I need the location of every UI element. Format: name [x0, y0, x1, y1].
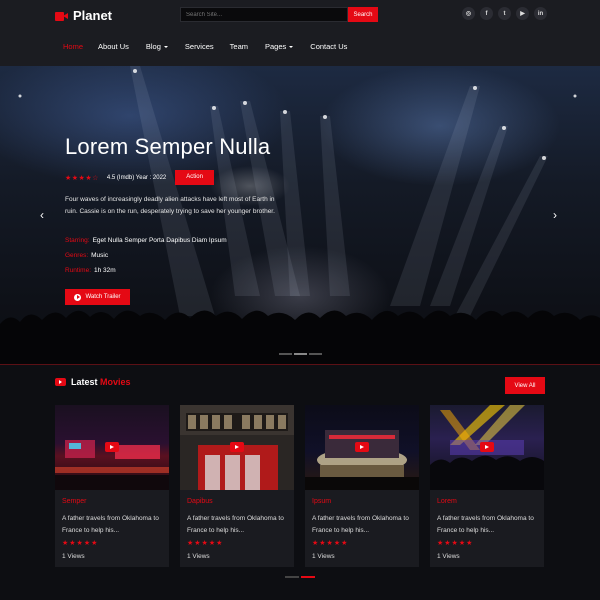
play-icon[interactable]: [355, 442, 369, 452]
card-description: A father travels from Oklahoma to France…: [62, 515, 159, 534]
play-icon: [74, 293, 82, 301]
genres-label: Genres:: [65, 252, 89, 259]
chevron-down-icon: [289, 45, 294, 48]
card-views: 1 Views: [312, 553, 335, 560]
play-icon[interactable]: [480, 442, 494, 452]
linkedin-icon[interactable]: in: [534, 7, 547, 20]
starring-row: Starring: Eget Nulla Semper Porta Dapibus…: [65, 237, 227, 244]
movie-thumbnail[interactable]: [305, 405, 419, 490]
card-views: 1 Views: [437, 553, 460, 560]
movie-card[interactable]: Semper A father travels from Oklahoma to…: [55, 405, 169, 567]
movie-card[interactable]: Ipsum A father travels from Oklahoma to …: [305, 405, 419, 567]
movie-thumbnail[interactable]: [55, 405, 169, 490]
prev-arrow-icon[interactable]: ‹: [40, 208, 44, 222]
runtime-row: Runtime: 1h 32m: [65, 267, 116, 274]
runtime-value: 1h 32m: [94, 267, 116, 274]
youtube-icon: [55, 378, 66, 386]
nav-item-blog[interactable]: Blog: [146, 42, 168, 51]
next-arrow-icon[interactable]: ›: [553, 208, 557, 222]
hero-slider: Lorem Semper Nulla ★★★★☆ 4.5 (Imdb) Year…: [0, 66, 600, 364]
watch-trailer-button[interactable]: Watch Trailer: [65, 289, 130, 305]
genres-row: Genres: Music: [65, 252, 108, 259]
nav-item-about-us[interactable]: About Us: [98, 42, 129, 51]
search-input[interactable]: [180, 7, 348, 22]
genre-badge[interactable]: Action: [175, 170, 214, 185]
carousel-dots: [285, 576, 315, 578]
carousel-dot[interactable]: [301, 576, 315, 578]
instagram-icon[interactable]: ◎: [462, 7, 475, 20]
header: Planet Search ◎ f t ▶ in Home About Us B…: [0, 0, 600, 66]
slider-dot[interactable]: [294, 353, 307, 355]
main-nav: Home About Us Blog Services Team Pages C…: [63, 42, 347, 51]
movie-card[interactable]: Dapibus A father travels from Oklahoma t…: [180, 405, 294, 567]
hero-description: Four waves of increasingly deadly alien …: [65, 196, 275, 215]
nav-item-services[interactable]: Services: [185, 42, 214, 51]
facebook-icon[interactable]: f: [480, 7, 493, 20]
nav-item-contact-us[interactable]: Contact Us: [310, 42, 347, 51]
starring-value: Eget Nulla Semper Porta Dapibus Diam Ips…: [92, 237, 227, 244]
genres-value: Music: [91, 252, 109, 259]
view-all-button[interactable]: View All: [505, 377, 545, 394]
movie-card[interactable]: Lorem A father travels from Oklahoma to …: [430, 405, 544, 567]
slider-dot[interactable]: [279, 353, 292, 355]
card-rating-stars: ★★★★★: [62, 540, 99, 547]
card-rating-stars: ★★★★★: [312, 540, 349, 547]
card-views: 1 Views: [187, 553, 210, 560]
movie-thumbnail[interactable]: [180, 405, 294, 490]
starring-label: Starring:: [65, 237, 90, 244]
nav-item-pages[interactable]: Pages: [265, 42, 294, 51]
search-bar: Search: [180, 7, 378, 22]
nav-item-home[interactable]: Home: [63, 42, 83, 51]
card-rating-stars: ★★★★★: [437, 540, 474, 547]
rating-stars: ★★★★☆: [65, 174, 99, 182]
rating-text: 4.5 (Imdb) Year : 2022: [106, 174, 167, 181]
runtime-label: Runtime:: [65, 267, 92, 274]
card-genre[interactable]: Dapibus: [187, 498, 213, 505]
twitter-icon[interactable]: t: [498, 7, 511, 20]
card-views: 1 Views: [62, 553, 85, 560]
movie-thumbnail[interactable]: [430, 405, 544, 490]
section-heading: Latest Movies: [55, 377, 131, 387]
youtube-icon[interactable]: ▶: [516, 7, 529, 20]
card-rating-stars: ★★★★★: [187, 540, 224, 547]
search-button[interactable]: Search: [348, 7, 378, 22]
slider-dot[interactable]: [309, 353, 322, 355]
card-description: A father travels from Oklahoma to France…: [312, 515, 409, 534]
carousel-dot[interactable]: [285, 576, 299, 578]
divider: [0, 364, 600, 365]
chevron-down-icon: [163, 45, 168, 48]
logo[interactable]: Planet: [55, 8, 112, 23]
section-title: Latest Movies: [71, 377, 131, 387]
card-genre[interactable]: Lorem: [437, 498, 457, 505]
hero-meta: ★★★★☆ 4.5 (Imdb) Year : 2022 Action: [65, 170, 214, 185]
card-genre[interactable]: Semper: [62, 498, 87, 505]
play-icon[interactable]: [105, 442, 119, 452]
card-genre[interactable]: Ipsum: [312, 498, 331, 505]
social-links: ◎ f t ▶ in: [462, 7, 547, 20]
nav-item-team[interactable]: Team: [230, 42, 248, 51]
slider-dots: [279, 353, 322, 355]
card-description: A father travels from Oklahoma to France…: [437, 515, 534, 534]
video-camera-icon: [55, 11, 68, 21]
card-description: A father travels from Oklahoma to France…: [187, 515, 284, 534]
brand-name: Planet: [73, 8, 113, 23]
hero-title: Lorem Semper Nulla: [65, 134, 271, 159]
play-icon[interactable]: [230, 442, 244, 452]
